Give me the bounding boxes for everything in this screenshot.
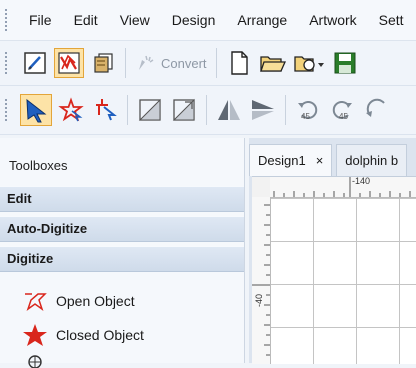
design-canvas[interactable]: -140 -40 <box>252 176 416 364</box>
ruler-left[interactable]: -40 <box>252 197 271 364</box>
design-grid[interactable] <box>271 198 416 364</box>
stack-layers-button[interactable] <box>88 48 118 78</box>
menu-file[interactable]: File <box>18 12 63 28</box>
point-edit-button[interactable] <box>56 95 86 125</box>
ruler-top-label: -140 <box>352 176 371 186</box>
open-folder-button[interactable] <box>258 48 288 78</box>
rotate-left-45-label: 45 <box>301 112 310 121</box>
mirror-vertical-button[interactable] <box>214 95 244 125</box>
panel-title: Toolboxes <box>9 158 68 173</box>
tab-dolphin-label: dolphin b <box>345 153 399 168</box>
redwork-icon <box>58 52 80 74</box>
section-edit[interactable]: Edit <box>0 186 244 212</box>
menu-design[interactable]: Design <box>161 12 227 28</box>
menu-artwork[interactable]: Artwork <box>298 12 367 28</box>
convert-label: Convert <box>161 55 207 71</box>
flip-vertical-button[interactable] <box>135 95 165 125</box>
toolbar-separator <box>215 48 217 78</box>
select-tool-button[interactable] <box>20 94 52 126</box>
rotate-free-button[interactable] <box>361 95 391 125</box>
open-object-icon <box>22 290 56 312</box>
edit-toolbar: 45 45 <box>0 86 416 135</box>
mirror-horizontal-button[interactable] <box>248 95 278 125</box>
tab-close-icon[interactable]: × <box>316 153 324 168</box>
rotate-free-icon <box>366 98 385 117</box>
toolbar-grip[interactable] <box>4 51 8 75</box>
standard-toolbar: Convert <box>0 41 416 86</box>
ruler-top-ticks <box>273 177 411 197</box>
ruler-corner[interactable] <box>252 177 271 198</box>
tool-open-object-label: Open Object <box>56 293 135 309</box>
rotate-left-45-icon: 45 <box>298 101 318 121</box>
flip-vertical-icon <box>138 98 161 121</box>
convert-icon <box>139 55 154 70</box>
section-auto-digitize[interactable]: Auto-Digitize <box>0 216 244 242</box>
toolbar-separator <box>125 48 126 78</box>
stack-layers-icon <box>94 53 113 73</box>
open-dropdown-icon <box>293 56 324 72</box>
reshape-icon <box>96 99 117 121</box>
menu-edit[interactable]: Edit <box>63 12 109 28</box>
circle-tool-icon <box>22 354 56 368</box>
new-file-button[interactable] <box>224 48 254 78</box>
save-button[interactable] <box>330 48 360 78</box>
menubar-grip[interactable] <box>4 8 8 32</box>
rotate-right-45-icon: 45 <box>332 101 352 121</box>
redwork-button[interactable] <box>54 48 84 78</box>
tab-design1[interactable]: Design1 × <box>249 144 333 176</box>
select-arrow-icon <box>26 98 47 123</box>
menu-arrange[interactable]: Arrange <box>226 12 298 28</box>
section-digitize[interactable]: Digitize <box>0 246 244 272</box>
ruler-left-label: -40 <box>254 293 264 307</box>
rotate-right-45-label: 45 <box>339 112 348 121</box>
convert-button[interactable]: Convert <box>131 48 211 78</box>
save-icon <box>334 52 356 74</box>
tool-open-object[interactable]: Open Object <box>22 290 135 312</box>
open-dropdown-button[interactable] <box>292 48 326 78</box>
tool-closed-object-label: Closed Object <box>56 327 144 343</box>
tool-circle[interactable] <box>22 354 56 368</box>
flip-horizontal-icon <box>172 98 195 121</box>
reshape-button[interactable] <box>90 95 120 125</box>
mirror-horizontal-icon <box>252 100 274 120</box>
menu-settings[interactable]: Sett <box>368 12 415 28</box>
toolbar-grip[interactable] <box>4 98 8 122</box>
toolboxes-panel: Toolboxes Edit Auto-Digitize Digitize Op… <box>0 138 245 368</box>
ruler-left-ticks <box>252 204 270 356</box>
mirror-vertical-icon <box>218 100 240 120</box>
new-file-icon <box>230 51 248 75</box>
document-area: Design1 × dolphin b -140 -40 <box>249 138 416 364</box>
toolbar-separator <box>206 95 207 125</box>
flip-horizontal-button[interactable] <box>169 95 199 125</box>
menu-view[interactable]: View <box>109 12 161 28</box>
toolbar-separator <box>127 95 128 125</box>
document-tabs: Design1 × dolphin b <box>249 138 416 176</box>
point-edit-icon <box>58 97 84 122</box>
tool-closed-object[interactable]: Closed Object <box>22 323 144 347</box>
ruler-top[interactable]: -140 <box>270 177 416 198</box>
rotate-right-45-button[interactable]: 45 <box>327 95 357 125</box>
tab-design1-label: Design1 <box>258 153 306 168</box>
pen-draw-button[interactable] <box>20 48 50 78</box>
rotate-left-45-button[interactable]: 45 <box>293 95 323 125</box>
open-folder-icon <box>259 56 286 72</box>
toolbar-separator <box>285 95 286 125</box>
tab-dolphin[interactable]: dolphin b <box>336 144 408 176</box>
closed-object-icon <box>22 323 56 347</box>
pen-draw-icon <box>24 52 46 74</box>
menu-bar: File Edit View Design Arrange Artwork Se… <box>0 0 416 41</box>
